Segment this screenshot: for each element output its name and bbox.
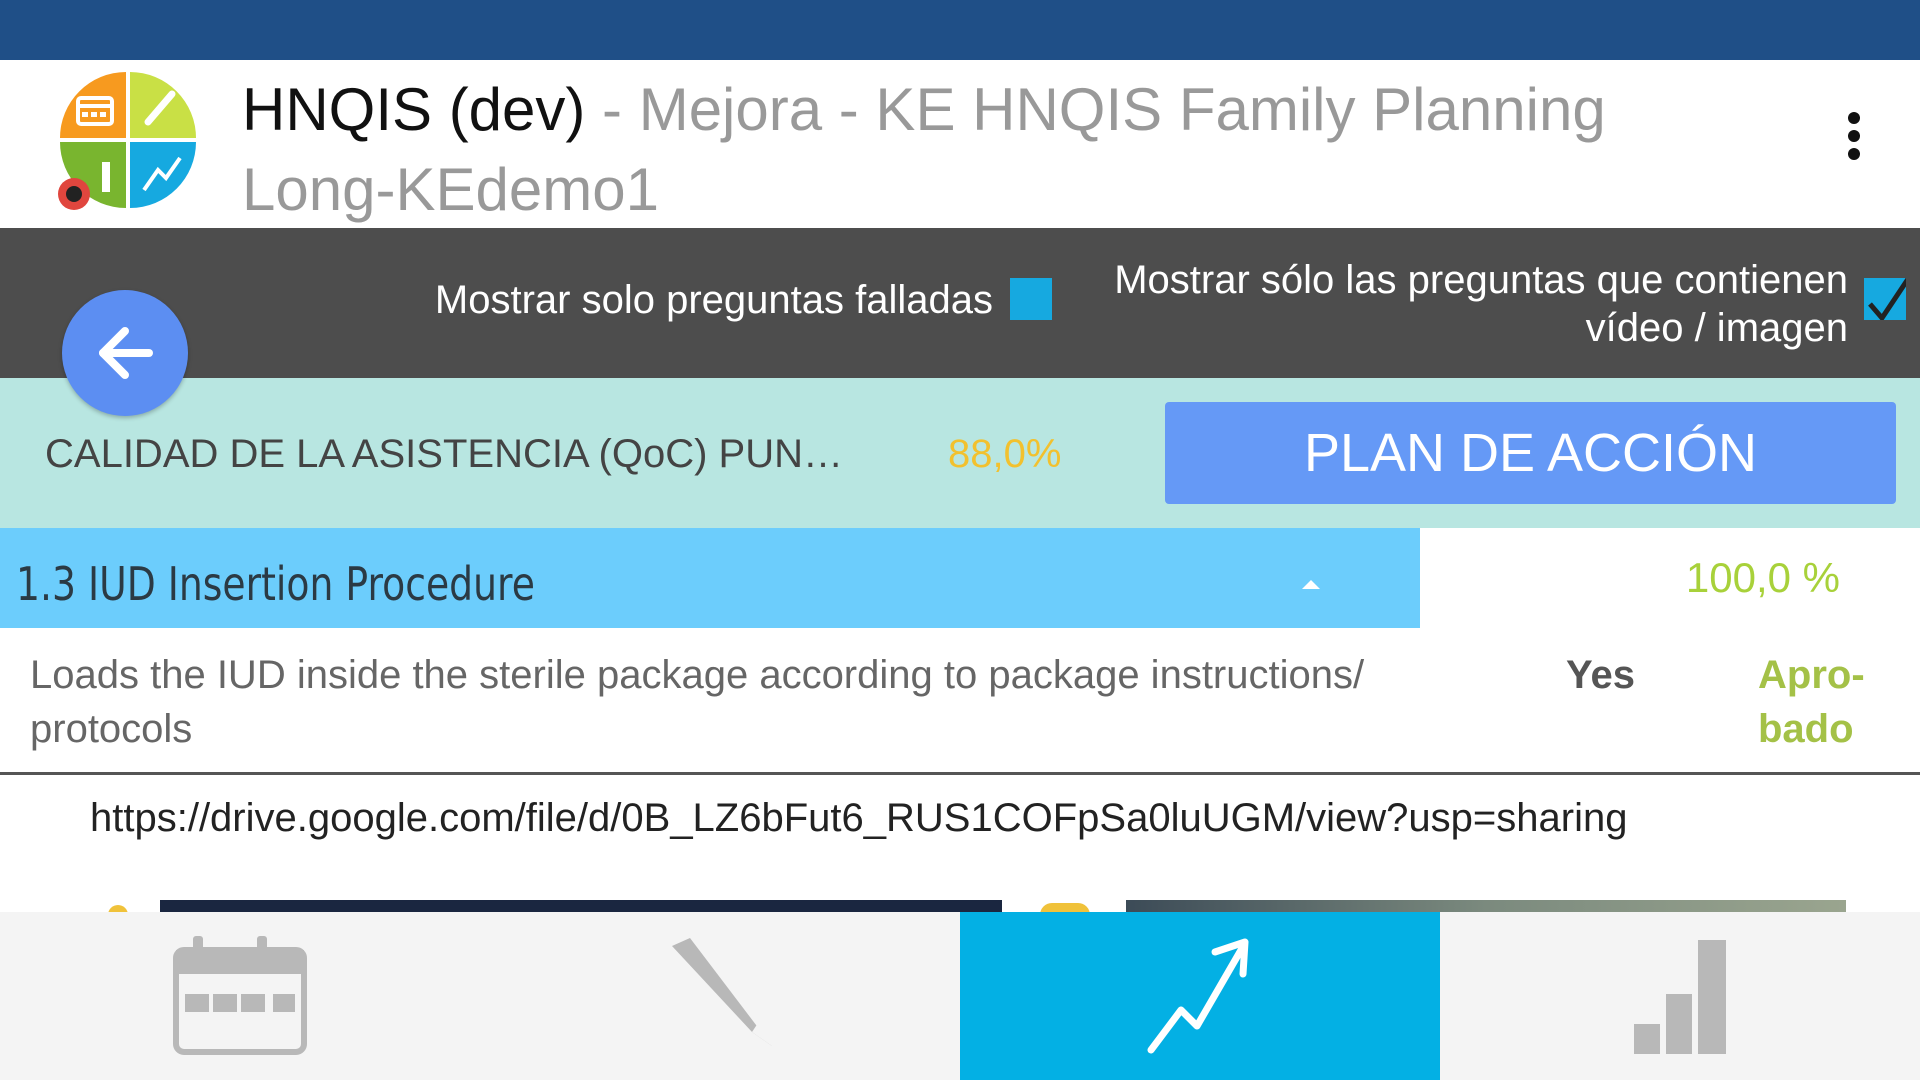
tab-monitor[interactable] [960, 912, 1440, 1080]
pencil-icon [672, 938, 772, 1046]
app-name: HNQIS (dev) [242, 76, 586, 143]
score-bar: CALIDAD DE LA ASISTENCIA (QoC) PUNTU... … [0, 378, 1920, 528]
failed-only-checkbox[interactable] [1010, 278, 1052, 320]
section-header[interactable]: 1.3 IUD Insertion Procedure [0, 528, 1420, 628]
action-plan-button[interactable]: PLAN DE ACCIÓN [1165, 402, 1896, 504]
back-button[interactable] [62, 290, 188, 416]
media-link[interactable]: https://drive.google.com/file/d/0B_LZ6bF… [90, 790, 1627, 846]
media-only-checkbox[interactable] [1864, 278, 1906, 320]
failed-only-label: Mostrar solo preguntas falladas [434, 278, 993, 322]
filter-bar: Mostrar solo preguntas falladas Mostrar … [0, 228, 1920, 378]
question-result: Apro-bado [1758, 653, 1865, 751]
question-text: Loads the IUD inside the sterile package… [30, 653, 1365, 751]
tab-analytics[interactable] [1440, 912, 1920, 1080]
app-header: HNQIS (dev) - Mejora - KE HNQIS Family P… [0, 60, 1920, 228]
status-bar [0, 0, 1920, 60]
media-only-label: Mostrar sólo las preguntas que contienen… [1114, 258, 1848, 350]
calendar-icon [173, 936, 307, 1055]
tab-assess[interactable] [0, 912, 480, 1080]
collapse-caret-icon [1302, 580, 1320, 589]
question-answer: Yes [1566, 653, 1635, 697]
page-title: HNQIS (dev) - Mejora - KE HNQIS Family P… [242, 70, 1722, 230]
bar-chart-icon [1634, 940, 1726, 1054]
arrow-left-icon [99, 327, 153, 379]
overflow-menu-icon[interactable] [1830, 112, 1878, 232]
bottom-nav [0, 912, 1920, 1080]
trending-up-icon [1147, 938, 1249, 1054]
score-label: CALIDAD DE LA ASISTENCIA (QoC) PUNTU... [45, 432, 865, 476]
section-score: 100,0 % [1685, 554, 1840, 601]
hnqis-logo-icon [58, 70, 198, 210]
question-row: Loads the IUD inside the sterile package… [0, 628, 1920, 775]
tab-improve[interactable] [480, 912, 960, 1080]
score-value: 88,0% [948, 432, 1062, 476]
section-title: 1.3 IUD Insertion Procedure [16, 557, 535, 611]
checkmark-icon [1868, 278, 1906, 320]
